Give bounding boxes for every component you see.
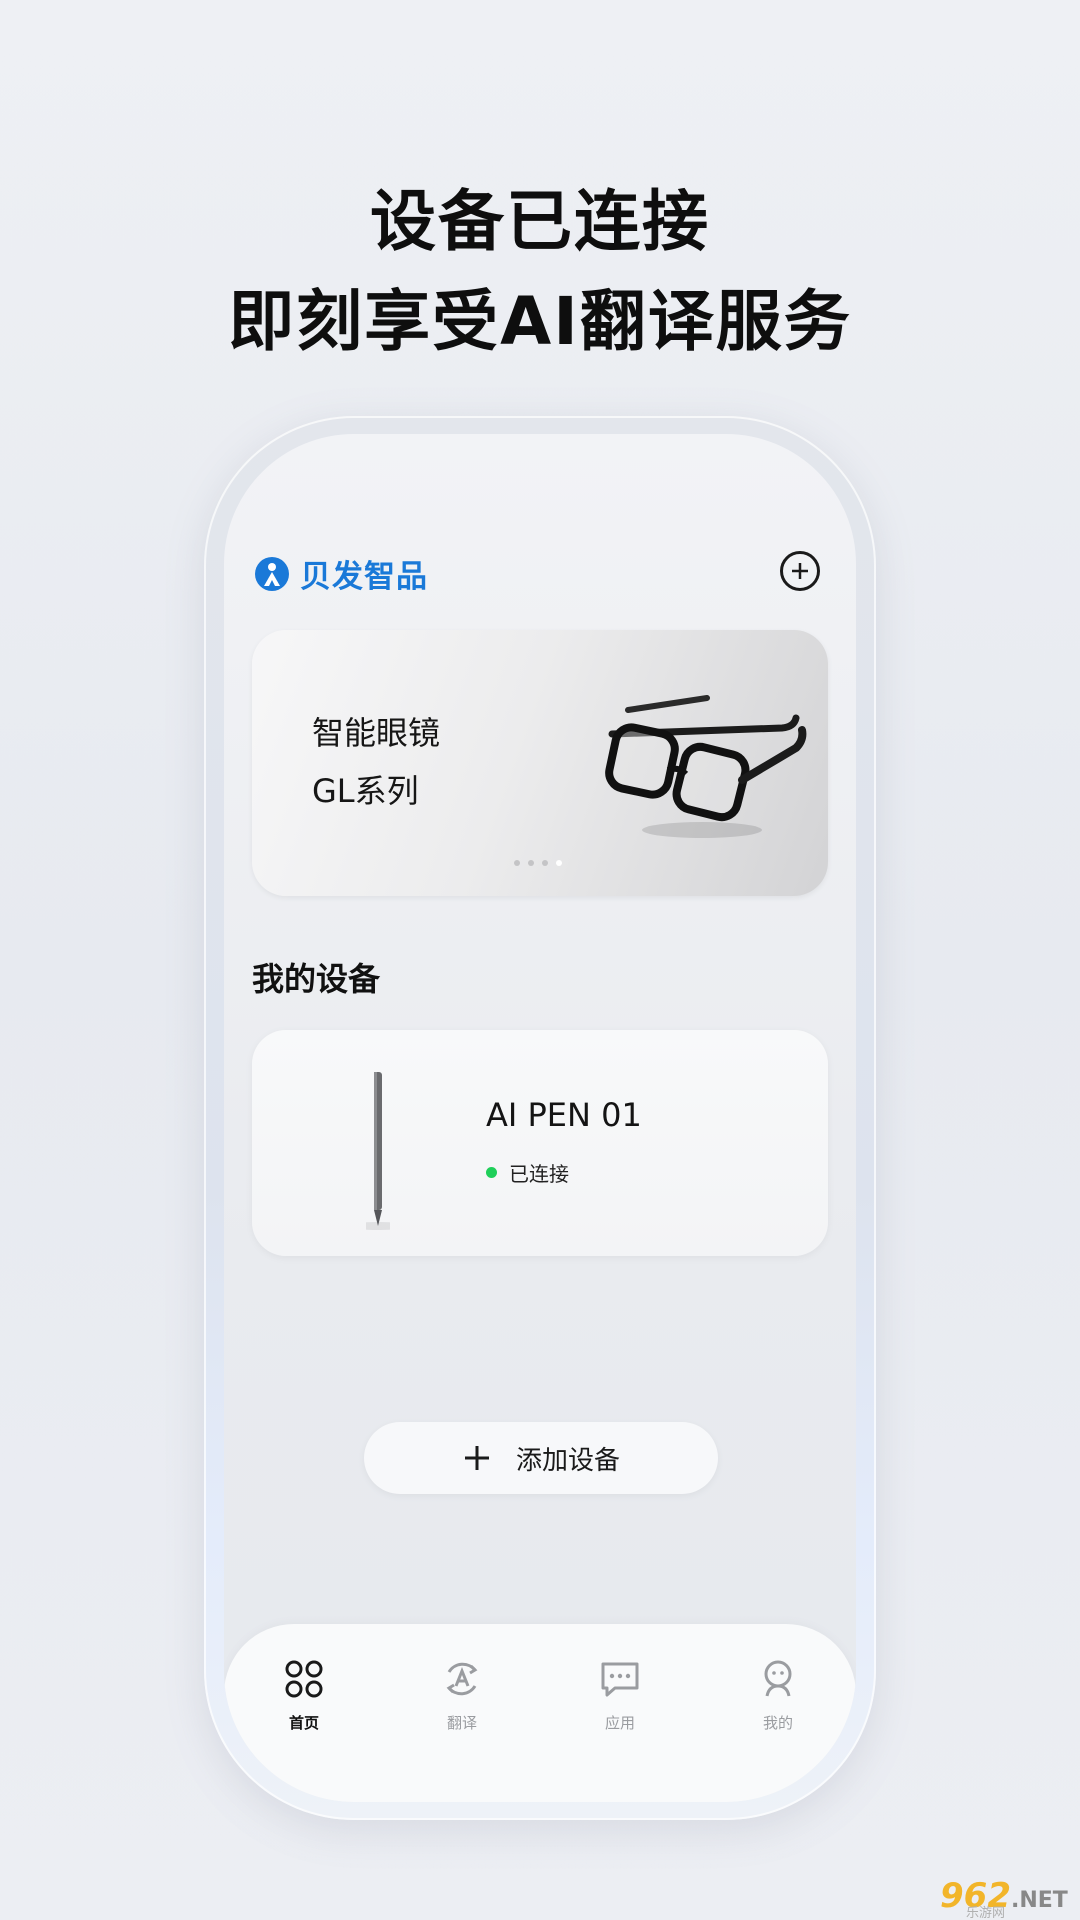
carousel-dot-active[interactable]: [556, 860, 562, 866]
carousel-indicator: [514, 860, 562, 866]
banner-subtitle: GL系列: [312, 772, 419, 810]
tab-translate[interactable]: 翻译: [412, 1658, 512, 1733]
headline-line1: 设备已连接: [370, 183, 710, 260]
carousel-dot[interactable]: [542, 860, 548, 866]
tab-home-label: 首页: [288, 1714, 319, 1732]
ai-pen-image: [366, 1072, 390, 1230]
carousel-dot[interactable]: [514, 860, 520, 866]
tab-profile-label: 我的: [762, 1714, 793, 1732]
product-banner[interactable]: 智能眼镜 GL系列: [252, 630, 828, 896]
device-status: 已连接: [486, 1158, 569, 1187]
smart-glasses-image: [605, 695, 807, 838]
bottom-tab-bar: 首页 翻译 应用 我的: [224, 1624, 856, 1802]
add-device-label: 添加设备: [515, 1445, 620, 1476]
brand-logo-icon: [255, 556, 289, 591]
chat-apps-icon: [601, 1662, 639, 1697]
my-devices-title: 我的设备: [252, 960, 381, 998]
carousel-dot[interactable]: [528, 860, 534, 866]
tab-home[interactable]: 首页: [254, 1658, 354, 1733]
device-card[interactable]: AI PEN 01 已连接: [252, 1030, 828, 1256]
brand-name: 贝发智品: [300, 559, 428, 595]
banner-title: 智能眼镜: [312, 714, 441, 752]
translate-icon: [446, 1662, 478, 1696]
home-grid-icon: [285, 1660, 323, 1698]
profile-icon: [764, 1660, 792, 1697]
watermark-sub: 乐游网: [966, 1906, 1006, 1920]
add-device-button[interactable]: 添加设备: [364, 1422, 718, 1494]
headline-line2: 即刻享受AI翻译服务: [228, 283, 852, 360]
watermark-suffix: .NET: [1010, 1888, 1068, 1913]
tab-profile[interactable]: 我的: [728, 1658, 828, 1733]
device-name: AI PEN 01: [486, 1096, 642, 1134]
plus-icon: [464, 1446, 489, 1470]
device-status-text: 已连接: [509, 1162, 569, 1186]
brand: 贝发智品: [254, 551, 428, 596]
connected-status-icon: [486, 1167, 497, 1178]
plus-circle-icon: [792, 563, 808, 579]
tab-apps-label: 应用: [604, 1714, 635, 1732]
add-device-top-button[interactable]: [780, 551, 820, 591]
tab-translate-label: 翻译: [446, 1714, 477, 1732]
phone-screen: 贝发智品 智能眼镜 GL系列 我的设备 AI PEN 01 已连接 添加设备 首…: [224, 434, 856, 1802]
tab-apps[interactable]: 应用: [570, 1658, 670, 1733]
